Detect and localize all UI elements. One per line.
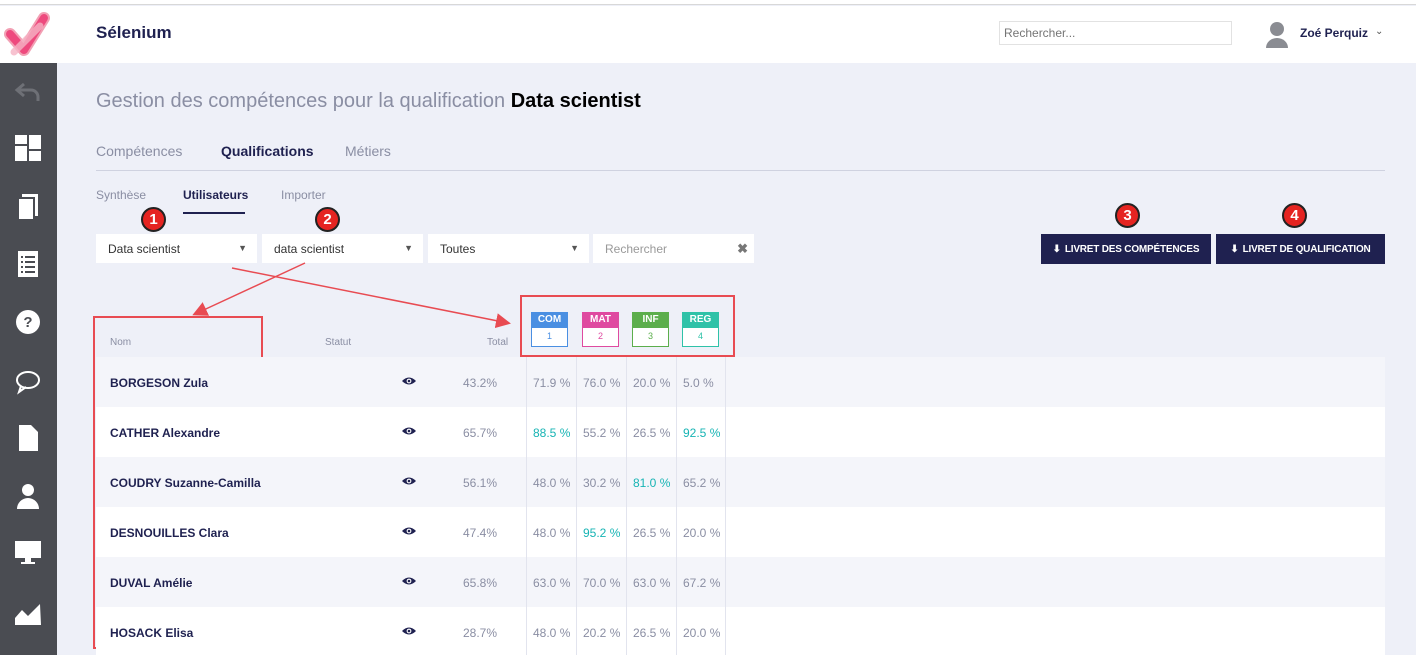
table-row[interactable]: COUDRY Suzanne-Camilla 56.1% 48.0 % 30.2 % 8… [96,457,1385,507]
user-name-cell[interactable]: HOSACK Elisa [110,626,193,640]
score-value: 70.0 % [583,576,621,590]
eye-icon[interactable] [402,525,416,539]
score-cell: 20.0 % [676,607,726,655]
score-value: 88.5 % [533,426,571,440]
score-value: 63.0 % [533,576,571,590]
score-value: 95.2 % [583,526,621,540]
score-cell: 5.0 % [676,357,726,407]
score-value: 20.0 % [683,526,721,540]
total-cell: 56.1% [463,476,498,490]
eye-icon[interactable] [402,425,416,439]
score-cell: 48.0 % [526,607,576,655]
annotation-badge-3: 3 [1115,203,1140,228]
score-cell: 26.5 % [626,607,676,655]
annotation-badge-4: 4 [1282,203,1307,228]
score-value: 26.5 % [633,426,671,440]
user-name-cell[interactable]: COUDRY Suzanne-Camilla [110,476,261,490]
total-cell: 47.4% [463,526,498,540]
table-row[interactable]: CATHER Alexandre 65.7% 88.5 % 55.2 % 26.5 % 9… [96,407,1385,457]
category-code: REG [682,312,719,328]
total-cell: 65.8% [463,576,498,590]
eye-icon[interactable] [402,625,416,639]
total-cell: 28.7% [463,626,498,640]
score-value: 26.5 % [633,626,671,640]
score-cell: 30.2 % [576,457,626,507]
score-cell: 92.5 % [676,407,726,457]
score-value: 30.2 % [583,476,621,490]
score-value: 65.2 % [683,476,721,490]
score-value: 20.0 % [683,626,721,640]
user-name-cell[interactable]: DUVAL Amélie [110,576,192,590]
score-value: 67.2 % [683,576,721,590]
score-cell: 26.5 % [626,407,676,457]
score-cell: 71.9 % [526,357,576,407]
score-cell: 20.2 % [576,607,626,655]
score-value: 5.0 % [683,376,714,390]
category-code: COM [531,312,568,328]
category-header-inf[interactable]: INF 3 [632,312,669,347]
score-cell: 48.0 % [526,507,576,557]
category-code: MAT [582,312,619,328]
eye-icon[interactable] [402,375,416,389]
score-cell: 48.0 % [526,457,576,507]
column-header-total[interactable]: Total [487,337,508,348]
score-cell: 81.0 % [626,457,676,507]
score-cell: 88.5 % [526,407,576,457]
score-value: 81.0 % [633,476,671,490]
category-code: INF [632,312,669,328]
score-cell: 63.0 % [526,557,576,607]
score-value: 48.0 % [533,626,571,640]
score-value: 76.0 % [583,376,621,390]
user-name-cell[interactable]: BORGESON Zula [110,376,208,390]
category-header-reg[interactable]: REG 4 [682,312,719,347]
score-cell: 55.2 % [576,407,626,457]
total-cell: 43.2% [463,376,498,390]
category-number: 2 [582,328,619,347]
category-number: 4 [682,328,719,347]
score-cell: 20.0 % [626,357,676,407]
score-value: 55.2 % [583,426,621,440]
score-value: 20.0 % [633,376,671,390]
score-cell: 63.0 % [626,557,676,607]
category-header-mat[interactable]: MAT 2 [582,312,619,347]
table-row[interactable]: DUVAL Amélie 65.8% 63.0 % 70.0 % 63.0 % 67.2 … [96,557,1385,607]
score-cell: 65.2 % [676,457,726,507]
category-header-com[interactable]: COM 1 [531,312,568,347]
score-cell: 67.2 % [676,557,726,607]
column-header-statut[interactable]: Statut [325,337,351,348]
eye-icon[interactable] [402,575,416,589]
user-name-cell[interactable]: DESNOUILLES Clara [110,526,229,540]
annotation-badge-2: 2 [315,207,340,232]
total-cell: 65.7% [463,426,498,440]
score-value: 71.9 % [533,376,571,390]
category-number: 3 [632,328,669,347]
score-cell: 95.2 % [576,507,626,557]
score-value: 20.2 % [583,626,621,640]
table-row[interactable]: DESNOUILLES Clara 47.4% 48.0 % 95.2 % 26.5 %… [96,507,1385,557]
score-value: 63.0 % [633,576,671,590]
score-value: 92.5 % [683,426,721,440]
annotation-badge-1: 1 [141,207,166,232]
score-cell: 76.0 % [576,357,626,407]
score-cell: 70.0 % [576,557,626,607]
category-number: 1 [531,328,568,347]
table-row[interactable]: BORGESON Zula 43.2% 71.9 % 76.0 % 20.0 % 5.0 … [96,357,1385,407]
eye-icon[interactable] [402,475,416,489]
score-value: 48.0 % [533,476,571,490]
column-header-nom[interactable]: Nom [110,337,131,348]
score-cell: 26.5 % [626,507,676,557]
score-value: 26.5 % [633,526,671,540]
user-name-cell[interactable]: CATHER Alexandre [110,426,220,440]
table-row[interactable]: HOSACK Elisa 28.7% 48.0 % 20.2 % 26.5 % 20.0 … [96,607,1385,655]
score-value: 48.0 % [533,526,571,540]
score-cell: 20.0 % [676,507,726,557]
